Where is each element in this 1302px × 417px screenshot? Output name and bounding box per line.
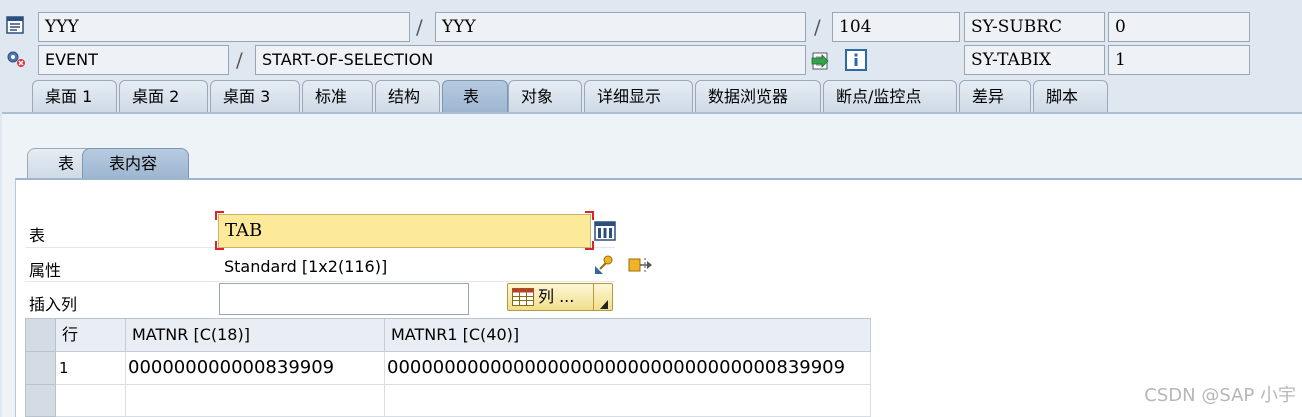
include-field: YYY: [435, 12, 806, 42]
tab-breakpoints[interactable]: 断点/监控点: [823, 80, 957, 112]
separator-slash: /: [236, 48, 243, 72]
tab-script[interactable]: 脚本: [1033, 80, 1108, 112]
select-all-cell[interactable]: [26, 319, 56, 352]
focus-corner-marks: [215, 211, 594, 250]
separator-slash: /: [416, 15, 423, 39]
tab-table[interactable]: 表: [442, 80, 508, 112]
grid-icon: [512, 288, 534, 314]
insert-column-input[interactable]: [219, 283, 469, 315]
table-cell-row-number[interactable]: [56, 385, 126, 417]
info-icon[interactable]: [845, 49, 867, 71]
source-code-icon[interactable]: [5, 14, 27, 36]
tab-structure[interactable]: 结构: [375, 80, 440, 112]
table-cell-row-number[interactable]: 1: [56, 352, 126, 385]
line-number-field: 104: [832, 12, 960, 42]
attribute-value: Standard [1x2(116)]: [224, 257, 388, 276]
table-cell-matnr1[interactable]: [385, 385, 871, 417]
separator-slash: /: [814, 15, 821, 39]
sy-subrc-label: SY-SUBRC: [964, 12, 1105, 42]
table-cell-matnr[interactable]: 000000000000839909: [126, 352, 385, 385]
divider: [25, 281, 615, 282]
event-name-field: START-OF-SELECTION: [255, 45, 806, 75]
tab-data-browser[interactable]: 数据浏览器: [695, 80, 821, 112]
columns-button-label: 列 ...: [538, 287, 575, 306]
key-attributes-icon[interactable]: [593, 254, 615, 276]
table-content-grid: 行 MATNR [C(18)] MATNR1 [C(40)] 1 0000000…: [25, 318, 871, 417]
sy-tabix-label: SY-TABIX: [964, 45, 1105, 75]
main-tabstrip: 桌面 1 桌面 2 桌面 3 标准 结构 表 对象 详细显示 数据浏览器 断点/…: [0, 80, 1302, 112]
tab-object[interactable]: 对象: [508, 80, 582, 112]
tab-desktop-2[interactable]: 桌面 2: [119, 80, 208, 112]
event-gear-icon[interactable]: [5, 48, 27, 70]
column-header-matnr[interactable]: MATNR [C(18)]: [126, 319, 385, 352]
sy-tabix-value: 1: [1108, 45, 1250, 75]
column-settings-icon[interactable]: [594, 220, 616, 242]
dropdown-arrow-icon[interactable]: [599, 292, 609, 318]
insert-column-label: 插入列: [29, 295, 78, 314]
subtab-table-content[interactable]: 表内容: [82, 148, 189, 178]
tab-desktop-1[interactable]: 桌面 1: [32, 80, 117, 112]
row-selector[interactable]: [26, 385, 56, 417]
export-icon[interactable]: [627, 254, 652, 276]
tab-detail-display[interactable]: 详细显示: [584, 80, 693, 112]
table-cell-matnr1[interactable]: 0000000000000000000000000000000000839909: [385, 352, 871, 385]
column-header-matnr1[interactable]: MATNR1 [C(40)]: [385, 319, 871, 352]
table-cell-matnr[interactable]: [126, 385, 385, 417]
tab-diff[interactable]: 差异: [959, 80, 1031, 112]
attribute-label: 属性: [29, 261, 62, 280]
tab-desktop-3[interactable]: 桌面 3: [210, 80, 300, 112]
row-selector[interactable]: [26, 352, 56, 385]
columns-dropdown-button[interactable]: 列 ...: [507, 283, 613, 311]
navigate-green-icon[interactable]: [810, 50, 832, 72]
program-field: YYY: [38, 12, 410, 42]
tab-standard[interactable]: 标准: [302, 80, 373, 112]
table-label: 表: [29, 226, 46, 245]
column-header-row[interactable]: 行: [56, 319, 126, 352]
watermark-text: CSDN @SAP 小宇: [1144, 385, 1296, 406]
sy-subrc-value: 0: [1108, 12, 1250, 42]
button-divider: [593, 284, 594, 310]
event-type-field: EVENT: [38, 45, 229, 75]
